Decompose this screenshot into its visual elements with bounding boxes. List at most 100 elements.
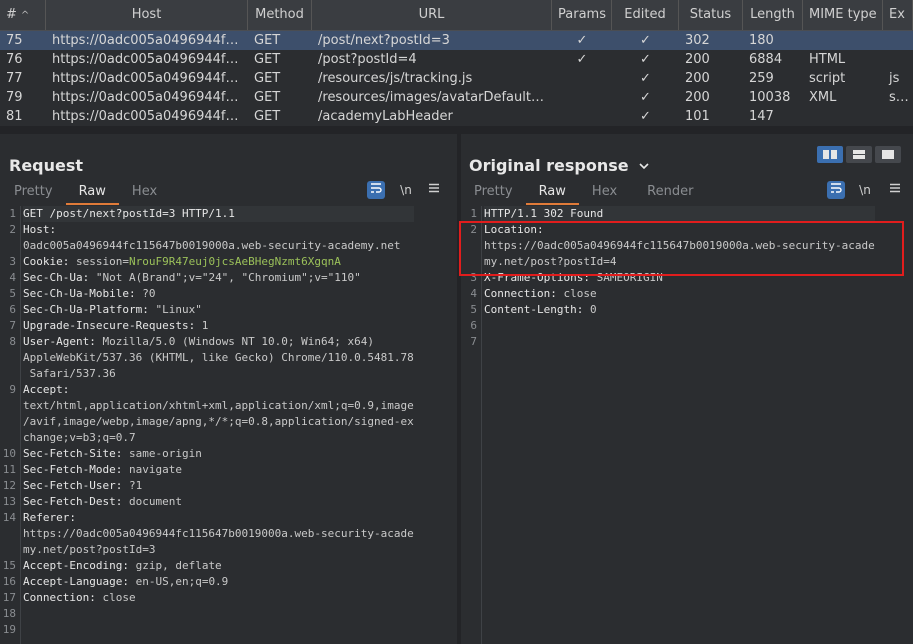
col-header-number[interactable]: # ^ [0,0,46,30]
proxy-history-table: # ^ Host Method URL Params Edited Status … [0,0,913,126]
cell-status: 200 [685,71,710,86]
code-line: Sec-Fetch-Dest: document [23,494,414,510]
tab-pretty[interactable]: Pretty [461,181,526,203]
header-name: Sec-Ch-Ua-Platform: [23,303,149,316]
cell-method: GET [254,109,281,124]
hamburger-menu-icon[interactable] [886,181,904,199]
request-editor[interactable]: 1 2 3 4 5 6 7 8 9 10 11 12 13 14 15 16 17 18 19 GET /post/… [0,206,457,644]
code-line: HTTP/1.1 302 Found [484,206,875,222]
table-row[interactable]: 76 https://0adc005a0496944fc... GET/post?p… [0,50,913,69]
tab-hex[interactable]: Hex [119,181,170,203]
cell-url: /resources/images/avatarDefault.svg [318,90,552,105]
cell-ext [883,50,913,69]
code-line: Connection: close [484,286,875,302]
line-number: 4 [9,271,16,284]
header-name: Connection: [484,287,557,300]
response-editor[interactable]: 1234567 HTTP/1.1 302 Found Location: https… [459,206,913,644]
response-title[interactable]: Original response [469,156,650,175]
layout-single-icon[interactable] [875,146,901,163]
layout-toggle-group [817,146,901,163]
header-name: Sec-Ch-Ua-Mobile: [23,287,136,300]
cell-host: https://0adc005a0496944fc... [52,33,246,48]
code-line: Sec-Fetch-Site: same-origin [23,446,414,462]
cell-params [552,88,612,107]
code-line: Sec-Ch-Ua-Mobile: ?0 [23,286,414,302]
wrap-lines-icon[interactable] [367,181,385,199]
line-number: 1 [9,207,16,220]
header-name: Cookie: [23,255,70,268]
code-line: Sec-Ch-Ua-Platform: "Linux" [23,302,414,318]
col-header-extension[interactable]: Ex [883,0,913,30]
session-cookie-value: NrouF9R47euj0jcsAeBHegNzmt6XgqnA [128,255,341,268]
col-header-mime-type[interactable]: MIME type [803,0,883,30]
layout-side-by-side-icon[interactable] [817,146,843,163]
table-row[interactable]: 81 https://0adc005a0496944fc... GET/academ… [0,107,913,126]
line-number: 7 [9,319,16,332]
tab-render[interactable]: Render [634,181,706,203]
col-header-url[interactable]: URL [312,0,552,30]
header-value: close [95,591,136,604]
cell-num: 75 [6,33,23,48]
header-value: 1 [195,319,209,332]
table-row[interactable]: 75 https://0adc005a0496944fc... GET/post/n… [0,31,913,50]
col-header-method[interactable]: Method [248,0,312,30]
newline-toggle-icon[interactable]: \n [397,181,415,199]
hamburger-menu-icon[interactable] [425,181,443,199]
line-number: 19 [2,623,16,636]
header-value: Mozilla/5.0 (Windows NT 10.0; Win64; x64… [95,335,375,348]
header-value: ?1 [122,479,143,492]
header-name: Sec-Fetch-Mode: [23,463,123,476]
cell-ext: js [889,71,900,86]
tab-hex[interactable]: Hex [579,181,630,203]
cell-method: GET [254,33,281,48]
cell-params [552,69,612,88]
col-header-length[interactable]: Length [743,0,803,30]
cell-mime [803,107,883,126]
cell-url: /post/next?postId=3 [318,33,450,48]
cell-length: 259 [749,71,774,86]
code-line: Cookie: session=NrouF9R47euj0jcsAeBHegNz… [23,254,414,270]
code-line: GET /post/next?postId=3 HTTP/1.1 [23,206,414,222]
cell-mime: XML [809,90,837,105]
table-row[interactable]: 77 https://0adc005a0496944fc... GET/resour… [0,69,913,88]
header-name: Referer: [23,511,76,524]
table-row[interactable]: 79 https://0adc005a0496944fc... GET/resour… [0,88,913,107]
tab-raw[interactable]: Raw [525,181,580,205]
code-line: Accept: [23,382,414,398]
header-value: session= [69,255,129,268]
cell-num: 77 [6,71,23,86]
header-name: HTTP/1.1 302 Found [484,207,604,220]
header-value: text/html,application/xhtml+xml,applicat… [23,399,414,412]
col-header-host[interactable]: Host [46,0,248,30]
header-name: Accept: [23,383,70,396]
col-header-params[interactable]: Params [552,0,612,30]
col-header-status[interactable]: Status [679,0,743,30]
cell-ext [883,31,913,50]
wrap-lines-icon[interactable] [827,181,845,199]
layout-stacked-icon[interactable] [846,146,872,163]
header-value: document [122,495,182,508]
code-line: my.net/post?postId=3 [23,542,414,558]
header-name: GET /post/next?postId=3 HTTP/1.1 [23,207,235,220]
horizontal-splitter[interactable] [0,126,913,134]
line-number: 8 [9,335,16,348]
request-tabs: Pretty Raw Hex [1,181,170,205]
newline-toggle-icon[interactable]: \n [856,181,874,199]
code-line: Sec-Fetch-User: ?1 [23,478,414,494]
chevron-down-icon [639,163,649,170]
tab-raw[interactable]: Raw [65,181,120,205]
header-value: same-origin [122,447,202,460]
response-panel: Original response Pretty Raw Hex Render … [459,134,913,644]
tab-pretty[interactable]: Pretty [1,181,66,203]
sort-ascending-icon: ^ [20,10,30,21]
line-number: 1 [470,207,477,220]
request-code[interactable]: GET /post/next?postId=3 HTTP/1.1 Host: 0ad… [23,206,414,638]
cell-ext [883,107,913,126]
header-name: Sec-Fetch-Dest: [23,495,123,508]
col-header-edited[interactable]: Edited [612,0,679,30]
cell-host: https://0adc005a0496944fc... [52,52,246,67]
history-body: 75 https://0adc005a0496944fc... GET/post/n… [0,31,913,126]
line-number: 14 [2,511,16,524]
header-name: User-Agent: [23,335,96,348]
header-name: Accept-Language: [23,575,129,588]
